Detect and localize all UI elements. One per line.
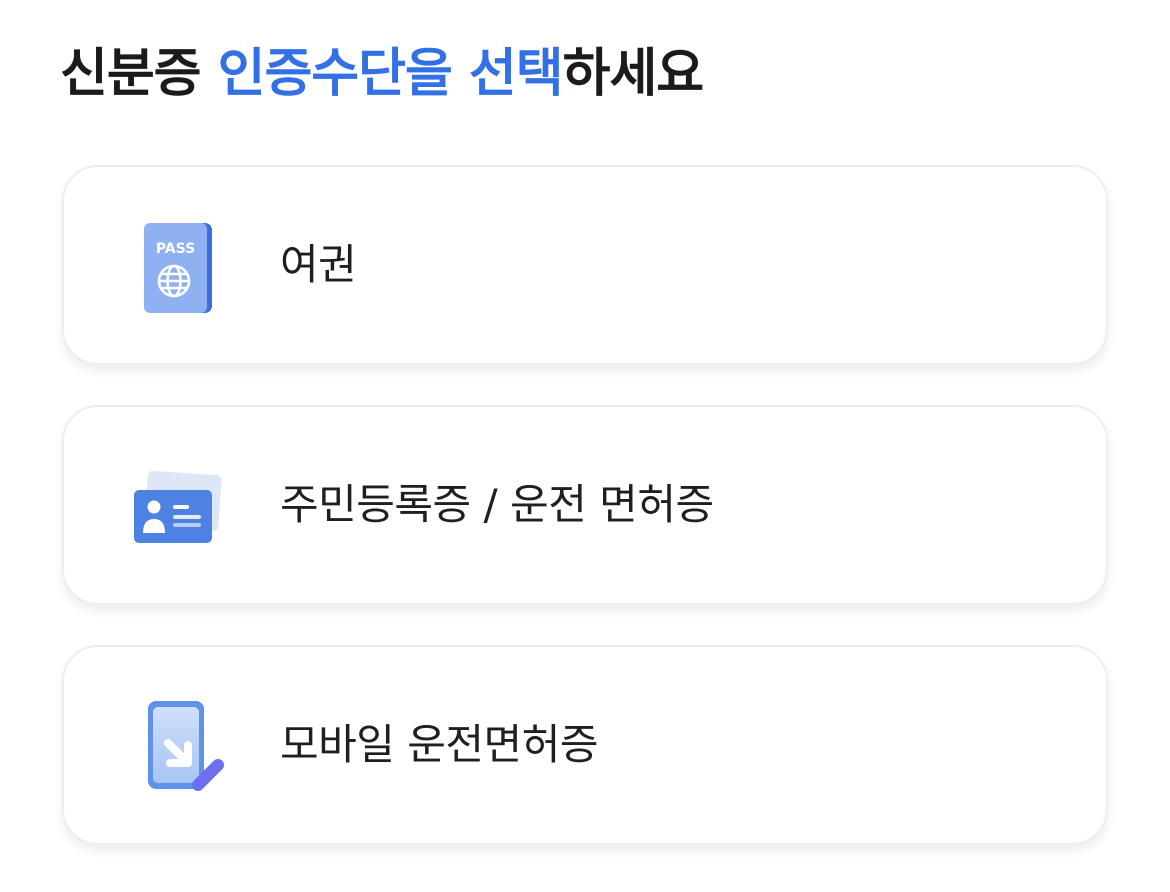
- passport-icon: PASS: [130, 217, 230, 313]
- option-label-passport: 여권: [280, 240, 357, 289]
- title-suffix: 하세요: [562, 44, 705, 104]
- passport-option-button[interactable]: PASS 여권: [62, 165, 1108, 365]
- option-label-id-card: 주민등록증 / 운전 면허증: [280, 480, 714, 529]
- title-prefix: 신분증: [60, 44, 218, 104]
- id-card-icon: [130, 457, 230, 553]
- title-highlight: 인증수단을 선택: [217, 44, 564, 104]
- page-title: 신분증 인증수단을 선택하세요: [60, 38, 705, 110]
- id-card-option-button[interactable]: 주민등록증 / 운전 면허증: [62, 405, 1108, 605]
- mobile-license-icon: [130, 697, 230, 793]
- passport-icon-text: PASS: [156, 241, 195, 257]
- option-label-mobile-license: 모바일 운전면허증: [280, 720, 598, 769]
- mobile-license-option-button[interactable]: 모바일 운전면허증: [62, 645, 1108, 845]
